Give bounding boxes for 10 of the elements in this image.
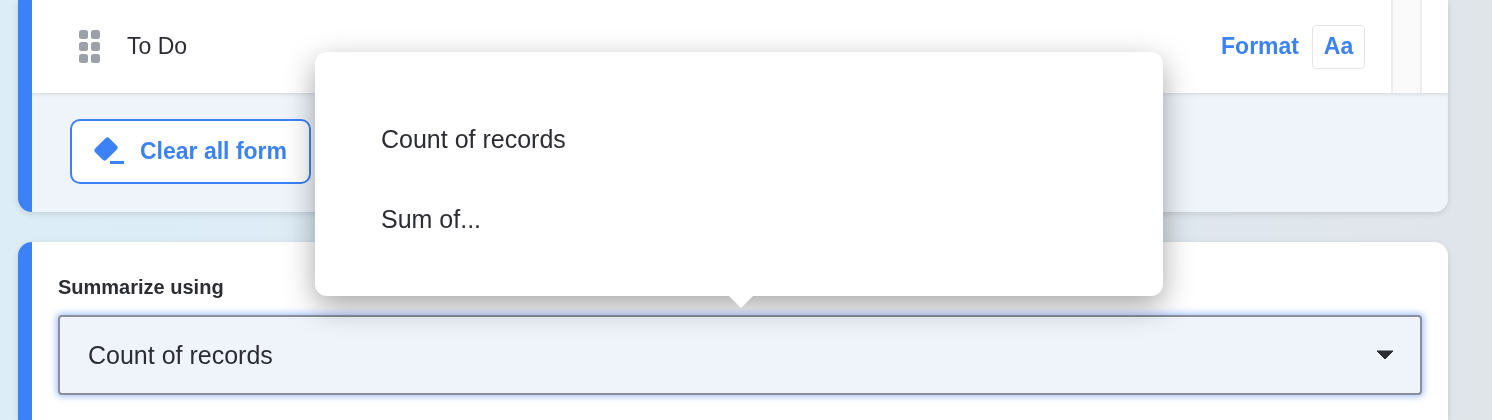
caret-icon (1376, 350, 1394, 360)
field-label: To Do (127, 33, 188, 60)
drag-handle-icon (79, 30, 100, 63)
summarize-dropdown[interactable]: Count of records (58, 315, 1422, 395)
text-format-button[interactable]: Aa (1312, 24, 1365, 69)
clear-formatting-button[interactable]: Clear all form (70, 119, 311, 184)
menu-item[interactable]: Sum of... (315, 185, 1163, 265)
menu-item[interactable]: Count of records (315, 105, 1163, 185)
format-link[interactable]: Format (1221, 33, 1299, 60)
field-label: Summarize using (58, 276, 225, 299)
